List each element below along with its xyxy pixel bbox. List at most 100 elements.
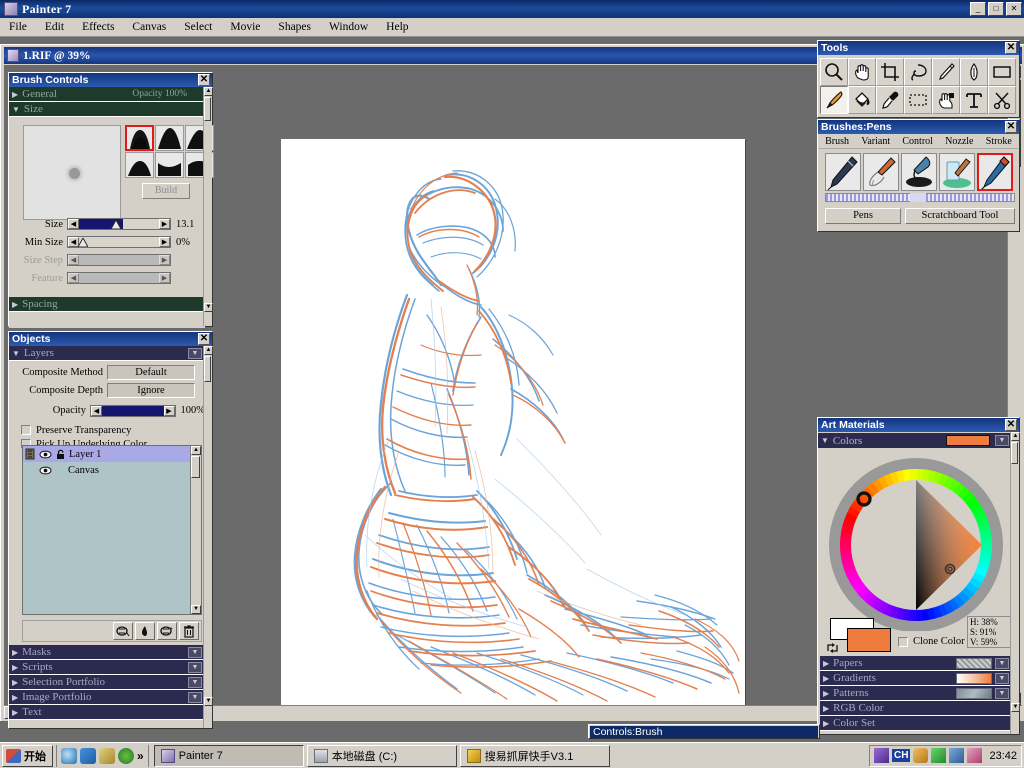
paint-bucket-tool[interactable] [848,86,876,114]
section-patterns[interactable]: ▶ Patterns ▼ [820,686,1012,701]
airbrush-pen-icon[interactable] [825,153,861,191]
dab-circular-soft[interactable] [155,125,184,151]
quick-launch-chevron-icon[interactable]: » [137,749,144,763]
task-button-local-disk[interactable]: 本地磁盘 (C:) [307,745,457,767]
menu-canvas[interactable]: Canvas [123,19,175,35]
layers-options-dropdown[interactable]: ▼ [188,348,202,359]
close-icon[interactable]: ✕ [1005,121,1017,133]
crop-tool[interactable] [876,58,904,86]
magnifier-tool[interactable] [820,58,848,86]
task-button-painter[interactable]: Painter 7 [154,745,304,767]
scroll-up-arrow[interactable]: ▲ [1011,432,1020,441]
dropper-tool[interactable] [876,86,904,114]
internet-explorer-icon[interactable] [61,748,77,764]
colors-options-dropdown[interactable]: ▼ [995,435,1009,446]
section-image-portfolio[interactable]: ▶ Image Portfolio ▼ [9,690,205,705]
rectangular-shape-tool[interactable] [988,58,1016,86]
composite-method-value[interactable]: Default [107,365,195,380]
menu-file[interactable]: File [0,19,36,35]
layer-list-scrollbar[interactable]: ▲ ▼ [190,446,201,614]
art-materials-scrollbar[interactable]: ▲ ▼ [1010,432,1019,734]
dab-captured[interactable] [155,152,184,178]
menu-select[interactable]: Select [175,19,221,35]
scissors-tool[interactable] [988,86,1016,114]
scratchboard-pen-icon[interactable] [977,153,1013,191]
section-gradients[interactable]: ▶ Gradients ▼ [820,671,1012,686]
eye-visibility-icon[interactable] [39,449,52,460]
selection-portfolio-options-dropdown[interactable]: ▼ [188,677,202,688]
rectangular-selection-tool[interactable] [904,86,932,114]
min-size-slider-right-arrow[interactable]: ▶ [159,237,170,247]
objects-title-bar[interactable]: Objects ✕ [9,332,212,346]
brushes-menu-control[interactable]: Control [902,136,933,147]
device-icon[interactable] [949,748,964,763]
clone-color-row[interactable]: Clone Color [898,636,965,647]
grabber-hand-tool[interactable] [848,58,876,86]
layer-list[interactable]: Layer 1 Canvas ▲ ▼ [22,445,202,615]
preserve-transparency-row[interactable]: Preserve Transparency [9,423,205,437]
taskbar-clock[interactable]: 23:42 [985,750,1017,762]
image-portfolio-options-dropdown[interactable]: ▼ [188,692,202,703]
size-slider-right-arrow[interactable]: ▶ [159,219,170,229]
eye-visibility-icon[interactable] [39,465,52,476]
brush-controls-title-bar[interactable]: Brush Controls ✕ [9,73,212,87]
maximize-button[interactable]: □ [988,2,1004,16]
scroll-thumb[interactable] [204,97,211,121]
ime-indicator[interactable]: CH [892,749,910,762]
colors-section-header[interactable]: ▼ Colors ▼ [818,433,1012,448]
patterns-options-dropdown[interactable]: ▼ [995,688,1009,699]
pouring-ink-pen-icon[interactable] [901,153,937,191]
section-general[interactable]: ▶ General Opacity 100% [9,87,205,102]
section-selection-portfolio[interactable]: ▶ Selection Portfolio ▼ [9,675,205,690]
lasso-tool[interactable] [904,58,932,86]
section-size[interactable]: ▼ Size [9,102,205,117]
layer-mask-button[interactable] [113,622,133,640]
layer-properties-icon[interactable] [25,448,36,460]
menu-effects[interactable]: Effects [73,19,123,35]
desktop-icon[interactable] [118,748,134,764]
section-layers[interactable]: ▼ Layers ▼ [9,346,205,361]
close-icon[interactable]: ✕ [198,333,210,345]
brushes-menu-nozzle[interactable]: Nozzle [945,136,973,147]
antivirus-icon[interactable] [967,748,982,763]
brush-variant-scrollbar[interactable] [825,193,1015,202]
close-button[interactable]: ✕ [1006,2,1022,16]
section-color-set[interactable]: ▶ Color Set [820,716,1012,731]
close-icon[interactable]: ✕ [1005,42,1017,54]
delete-layer-button[interactable] [179,622,199,640]
brush-controls-scrollbar[interactable]: ▲ ▼ [203,87,212,326]
swap-colors-icon[interactable] [826,642,839,657]
preserve-transparency-checkbox[interactable] [21,425,31,435]
volume-icon[interactable] [913,748,928,763]
layer-opacity-slider[interactable]: ◀ ▶ [90,405,176,417]
objects-scrollbar[interactable]: ▲ ▼ [203,346,212,728]
media-icon[interactable] [99,748,115,764]
layer-row[interactable]: Layer 1 [23,446,201,462]
scroll-up-arrow[interactable]: ▲ [191,446,201,455]
composite-depth-value[interactable]: Ignore [107,383,195,398]
tools-title-bar[interactable]: Tools ✕ [818,41,1019,55]
quill-tool[interactable] [960,58,988,86]
primary-color-swatch[interactable] [847,628,891,652]
layer-row[interactable]: Canvas [23,462,201,478]
task-button-screen-capture[interactable]: 搜易抓屏快手V3.1 [460,745,610,767]
scroll-thumb[interactable] [1011,442,1018,464]
scroll-up-arrow[interactable]: ▲ [204,87,213,96]
gradients-options-dropdown[interactable]: ▼ [995,673,1009,684]
layer-adjuster-tool[interactable] [932,86,960,114]
menu-window[interactable]: Window [320,19,377,35]
minimize-button[interactable]: _ [970,2,986,16]
artwork-canvas[interactable] [281,139,745,719]
section-spacing[interactable]: ▶ Spacing [9,297,205,312]
current-color-swatch[interactable] [946,435,990,446]
brushes-title-bar[interactable]: Brushes:Pens ✕ [818,120,1019,134]
papers-preview[interactable] [956,658,992,669]
flat-color-pen-icon[interactable] [863,153,899,191]
section-scripts[interactable]: ▶ Scripts ▼ [9,660,205,675]
outlook-express-icon[interactable] [80,748,96,764]
brushes-menu-stroke[interactable]: Stroke [986,136,1012,147]
new-layer-button[interactable]: + [157,622,177,640]
scroll-up-arrow[interactable]: ▲ [204,346,213,355]
menu-edit[interactable]: Edit [36,19,73,35]
opacity-left-arrow[interactable]: ◀ [91,406,102,416]
